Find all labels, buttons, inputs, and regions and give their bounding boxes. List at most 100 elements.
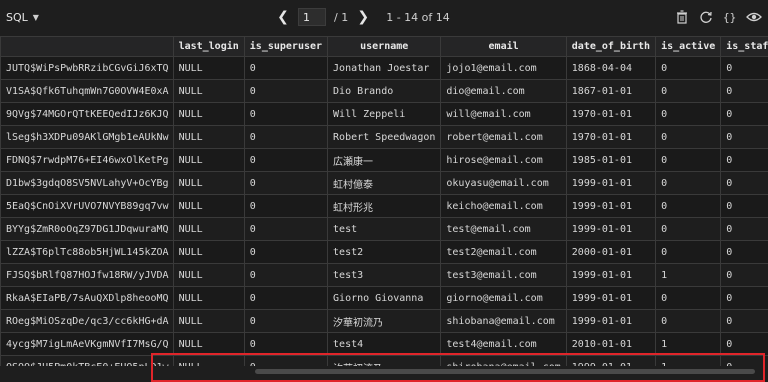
username-cell[interactable]: 虹村形兆 [328,195,441,218]
is-staff-cell[interactable]: 0 [721,333,768,356]
is-staff-cell[interactable]: 0 [721,218,768,241]
column-header-email[interactable]: email [441,37,566,57]
username-cell[interactable]: Will Zeppeli [328,103,441,126]
username-cell[interactable]: test4 [328,333,441,356]
username-cell[interactable]: 広瀬康一 [328,149,441,172]
is-superuser-cell[interactable]: 0 [244,333,327,356]
is-superuser-cell[interactable]: 0 [244,310,327,333]
date-of-birth-cell[interactable]: 1999-01-01 [566,310,655,333]
table-row[interactable]: lZZA$T6plTc88ob5HjWL145kZOANULL0test2tes… [1,241,768,264]
is-superuser-cell[interactable]: 0 [244,57,327,80]
column-header-last-login[interactable]: last_login [173,37,244,57]
username-cell[interactable]: 汐華初流乃 [328,356,441,367]
is-staff-cell[interactable]: 0 [721,149,768,172]
email-cell[interactable]: test3@email.com [441,264,566,287]
is-active-cell[interactable]: 0 [656,195,721,218]
email-cell[interactable]: test4@email.com [441,333,566,356]
is-active-cell[interactable]: 0 [656,103,721,126]
is-superuser-cell[interactable]: 0 [244,103,327,126]
password-cell[interactable]: lSeg$h3XDPu09AKlGMgb1eAUkNw [1,126,174,149]
is-superuser-cell[interactable]: 0 [244,356,327,367]
last-login-cell[interactable]: NULL [173,264,244,287]
email-cell[interactable]: giorno@email.com [441,287,566,310]
is-superuser-cell[interactable]: 0 [244,264,327,287]
last-login-cell[interactable]: NULL [173,218,244,241]
is-active-cell[interactable]: 0 [656,172,721,195]
last-login-cell[interactable]: NULL [173,172,244,195]
email-cell[interactable]: keicho@email.com [441,195,566,218]
prev-page-button[interactable]: ❮ [276,9,290,25]
last-login-cell[interactable]: NULL [173,333,244,356]
email-cell[interactable]: robert@email.com [441,126,566,149]
refresh-icon[interactable] [698,8,714,26]
last-login-cell[interactable]: NULL [173,287,244,310]
password-cell[interactable]: D1bw$3gdqO8SV5NVLahyV+OcYBg [1,172,174,195]
date-of-birth-cell[interactable]: 1868-04-04 [566,57,655,80]
is-superuser-cell[interactable]: 0 [244,241,327,264]
password-cell[interactable]: V1SA$Qfk6TuhqmWn7G0OVW4E0xA [1,80,174,103]
table-row[interactable]: BYYg$ZmR0oOqZ97DG1JDqwuraMQNULL0testtest… [1,218,768,241]
username-cell[interactable]: test [328,218,441,241]
sql-dropdown[interactable]: SQL ▼ [6,11,39,24]
table-row[interactable]: 4ycg$M7igLmAeVKgmNVfI7MsG/QNULL0test4tes… [1,333,768,356]
is-active-cell[interactable]: 0 [656,287,721,310]
table-row[interactable]: D1bw$3gdqO8SV5NVLahyV+OcYBgNULL 0 虹村億泰okuy… [1,172,768,195]
code-braces-icon[interactable]: {} [722,8,738,26]
date-of-birth-cell[interactable]: 1867-01-01 [566,80,655,103]
date-of-birth-cell[interactable]: 1999-01-01 [566,356,655,367]
is-active-cell[interactable]: 0 [656,241,721,264]
password-cell[interactable]: JUTQ$WiPsPwbRRzibCGvGiJ6xTQ [1,57,174,80]
table-row[interactable]: lSeg$h3XDPu09AKlGMgb1eAUkNwNULL0Robert S… [1,126,768,149]
password-cell[interactable]: 9QVg$74MGOrQTtKEEQedIJz6KJQ [1,103,174,126]
next-page-button[interactable]: ❯ [356,9,370,25]
last-login-cell[interactable]: NULL [173,80,244,103]
email-cell[interactable]: shiobana@email.com [441,310,566,333]
is-staff-cell[interactable]: 0 [721,287,768,310]
last-login-cell[interactable]: NULL [173,57,244,80]
username-cell[interactable]: test3 [328,264,441,287]
table-row[interactable]: 5EaQ$CnOiXVrUVO7NVYB89gq7vwNULL0虹村形兆keic… [1,195,768,218]
last-login-cell[interactable]: NULL [173,356,244,367]
table-row[interactable]: JUTQ$WiPsPwbRRzibCGvGiJ6xTQNULL0Jonathan… [1,57,768,80]
column-header-date-of-birth[interactable]: date_of_birth [566,37,655,57]
is-active-cell[interactable]: 1 [656,356,721,367]
email-cell[interactable]: will@email.com [441,103,566,126]
horizontal-scrollbar[interactable] [0,366,768,377]
is-superuser-cell[interactable]: 0 [244,287,327,310]
email-cell[interactable]: jojo1@email.com [441,57,566,80]
table-row[interactable]: FDNQ$7rwdpM76+EI46wxOlKetPgNULL0広瀬康一hiro… [1,149,768,172]
is-active-cell[interactable]: 0 [656,149,721,172]
email-cell[interactable]: shirobana@email.com [441,356,566,367]
password-cell[interactable]: ROeg$MiOSzqDe/qc3/cc6kHG+dA [1,310,174,333]
date-of-birth-cell[interactable]: 1970-01-01 [566,103,655,126]
is-active-cell[interactable]: 0 [656,310,721,333]
delete-icon[interactable] [674,8,690,26]
password-cell[interactable]: 5EaQ$CnOiXVrUVO7NVYB89gq7vw [1,195,174,218]
last-login-cell[interactable]: NULL [173,310,244,333]
password-cell[interactable]: FJSQ$bRlfQ87HOJfw18RW/yJVDA [1,264,174,287]
is-active-cell[interactable]: 0 [656,126,721,149]
is-staff-cell[interactable]: 0 [721,356,768,367]
username-cell[interactable]: Dio Brando [328,80,441,103]
password-cell[interactable]: BYYg$ZmR0oOqZ97DG1JDqwuraMQ [1,218,174,241]
is-superuser-cell[interactable]: 0 [244,218,327,241]
is-active-cell[interactable]: 0 [656,57,721,80]
username-cell[interactable]: Giorno Giovanna [328,287,441,310]
date-of-birth-cell[interactable]: 1999-01-01 [566,195,655,218]
is-staff-cell[interactable]: 0 [721,126,768,149]
username-cell[interactable]: Jonathan Joestar [328,57,441,80]
username-cell[interactable]: 虹村億泰 [328,172,441,195]
eye-icon[interactable] [746,8,762,26]
is-superuser-cell[interactable]: 0 [244,126,327,149]
table-row[interactable]: RkaA$EIaPB/7sAuQXDlp8heooMQNULL0Giorno G… [1,287,768,310]
table-row[interactable]: ROeg$MiOSzqDe/qc3/cc6kHG+dANULL0汐華初流乃shi… [1,310,768,333]
date-of-birth-cell[interactable]: 1999-01-01 [566,218,655,241]
password-cell[interactable]: FDNQ$7rwdpM76+EI46wxOlKetPg [1,149,174,172]
email-cell[interactable]: okuyasu@email.com [441,172,566,195]
email-cell[interactable]: test2@email.com [441,241,566,264]
email-cell[interactable]: dio@email.com [441,80,566,103]
password-cell[interactable]: lZZA$T6plTc88ob5HjWL145kZOA [1,241,174,264]
email-cell[interactable]: hirose@email.com [441,149,566,172]
is-staff-cell[interactable]: 0 [721,172,768,195]
username-cell[interactable]: Robert Speedwagon [328,126,441,149]
